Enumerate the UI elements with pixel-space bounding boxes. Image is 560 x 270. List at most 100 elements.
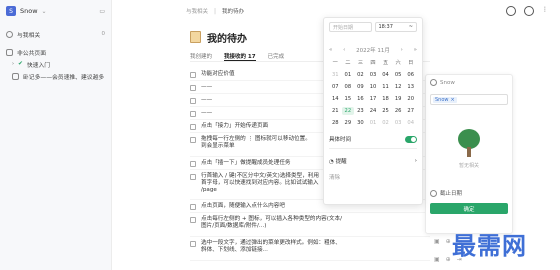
tab-completed[interactable]: 已完成 [268,52,285,61]
assignee-panel: Snow Snow × 暂无相关 截止日期 确定 [425,74,513,234]
calendar-day[interactable]: 31 [329,71,342,79]
time-separator: ~ [408,24,413,30]
calendar-day[interactable]: 26 [392,107,405,115]
reminder-row[interactable]: ◔ 提醒 › [329,157,417,165]
calendar-day[interactable]: 03 [367,71,380,79]
assignee-tag-label: Snow [435,96,449,103]
bell-icon: ◔ [329,159,334,165]
breadcrumb-related[interactable]: 与我相关 [186,7,208,15]
calendar-day[interactable]: 17 [367,95,380,103]
task-checkbox[interactable] [190,173,196,180]
task-checkbox[interactable] [190,216,196,223]
calendar-day[interactable]: 06 [404,71,417,79]
time-value: 18:37 [378,24,393,30]
calendar-day[interactable]: 10 [367,83,380,91]
add-icon[interactable] [524,6,534,16]
next-month-icon[interactable]: › [401,47,403,53]
calendar-day[interactable]: 23 [354,107,367,115]
date-picker-popover: 开始日期 18:37 ~ « ‹ 2022年 11月 › » 一 二 三 四 五… [323,17,423,205]
page-icon [12,72,19,80]
calendar-day[interactable]: 01 [367,119,380,127]
confirm-button[interactable]: 确定 [430,203,508,214]
tab-created[interactable]: 我创建的 [190,52,212,61]
user-add-icon[interactable]: ⊕ [446,238,451,245]
calendar-day[interactable]: 15 [342,95,355,103]
specific-time-toggle[interactable] [405,135,417,143]
calendar-day-selected[interactable]: 22 [341,107,355,115]
calendar-day[interactable]: 05 [392,71,405,79]
search-icon[interactable] [506,6,516,16]
calendar-day[interactable]: 01 [342,71,355,79]
calendar-day[interactable]: 20 [404,95,417,103]
breadcrumb-current[interactable]: 我的待办 [222,7,244,15]
task-checkbox[interactable] [190,71,196,78]
prev-year-icon[interactable]: « [329,47,332,53]
task-text: 点击每行左侧的 + 图标，可以插入各种类型的内容(文本/ 图片/页面/数据库/附… [201,216,342,229]
avatar[interactable]: S [6,6,16,16]
calendar-day[interactable]: 04 [379,71,392,79]
calendar-day[interactable]: 30 [354,119,367,127]
tab-received[interactable]: 我接收的 17 [224,52,256,61]
calendar-day[interactable]: 02 [354,71,367,79]
task-checkbox[interactable] [190,97,196,104]
weekday: 二 [345,60,351,66]
calendar-day[interactable]: 09 [354,83,367,91]
user-add-icon[interactable]: ⊕ [446,256,451,263]
sidebar-item-related[interactable]: 与我相关 0 [0,28,111,40]
workspace-user[interactable]: Snow [20,7,38,15]
calendar-day[interactable]: 14 [329,95,342,103]
calendar-day[interactable]: 11 [379,83,392,91]
calendar-day[interactable]: 07 [329,83,342,91]
sidebar-item-feedback[interactable]: 卧记多——会员速推、建议越多 [0,70,111,82]
task-checkbox[interactable] [190,240,196,247]
calendar-icon[interactable]: ▣ [434,256,440,263]
calendar-day[interactable]: 29 [342,119,355,127]
calendar-day[interactable]: 03 [392,119,405,127]
task-checkbox[interactable] [190,203,196,210]
deadline-row[interactable]: 截止日期 [430,189,508,197]
tree-illustration [456,129,482,159]
chevron-down-icon[interactable]: ⌄ [42,8,47,15]
weekday: 六 [395,60,401,66]
clear-button[interactable]: 清除 [329,173,417,181]
calendar-day[interactable]: 08 [342,83,355,91]
task-item[interactable]: 点击每行左侧的 + 图标，可以插入各种类型的内容(文本/ 图片/页面/数据库/附… [190,213,430,237]
check-icon: ✔ [18,61,23,67]
sidebar-item-private[interactable]: 非公共页面 [0,46,111,58]
prev-month-icon[interactable]: ‹ [343,47,345,53]
task-checkbox[interactable] [190,84,196,91]
sidebar: S Snow ⌄ ▭ 与我相关 0 非公共页面 › ✔ 快速入门 卧记多——会员… [0,0,112,270]
time-input[interactable]: 18:37 ~ [374,22,417,32]
calendar-day[interactable]: 04 [404,119,417,127]
calendar-day[interactable]: 21 [329,107,342,115]
calendar-icon[interactable]: ▣ [434,238,440,245]
calendar-day[interactable]: 12 [392,83,405,91]
task-checkbox[interactable] [190,136,196,143]
task-item[interactable]: 选中一段文字，通过弹出的菜单更改样式。例如：粗体、 斜体、下划线、添加链接... [190,237,430,261]
more-icon[interactable]: ⋮ [542,6,552,16]
close-icon[interactable]: × [451,97,455,103]
task-checkbox[interactable] [190,160,196,167]
calendar-day[interactable]: 13 [404,83,417,91]
calendar-day[interactable]: 25 [379,107,392,115]
calendar-day[interactable]: 19 [392,95,405,103]
next-year-icon[interactable]: » [414,47,417,53]
calendar-day[interactable]: 18 [379,95,392,103]
breadcrumb-separator: | [214,7,217,15]
start-date-input[interactable]: 开始日期 [329,22,372,32]
specific-time-row: 具体时间 [329,135,417,143]
calendar-day[interactable]: 28 [329,119,342,127]
task-text: 行首输入 / 键(不区分中文/英文)选择类型，利用 首字母，可以快速找到对应内容… [201,173,319,193]
sidebar-item-quickstart[interactable]: › ✔ 快速入门 [0,58,111,70]
task-checkbox[interactable] [190,110,196,117]
assignee-input[interactable]: Snow × [430,94,508,105]
layout-icon[interactable]: ▭ [99,8,105,15]
calendar-day[interactable]: 02 [379,119,392,127]
task-checkbox[interactable] [190,123,196,130]
clock-icon [430,189,437,197]
calendar-day[interactable]: 16 [354,95,367,103]
divider [329,148,417,149]
calendar-day[interactable]: 24 [367,107,380,115]
chevron-right-icon[interactable]: › [12,61,14,67]
calendar-day[interactable]: 27 [404,107,417,115]
